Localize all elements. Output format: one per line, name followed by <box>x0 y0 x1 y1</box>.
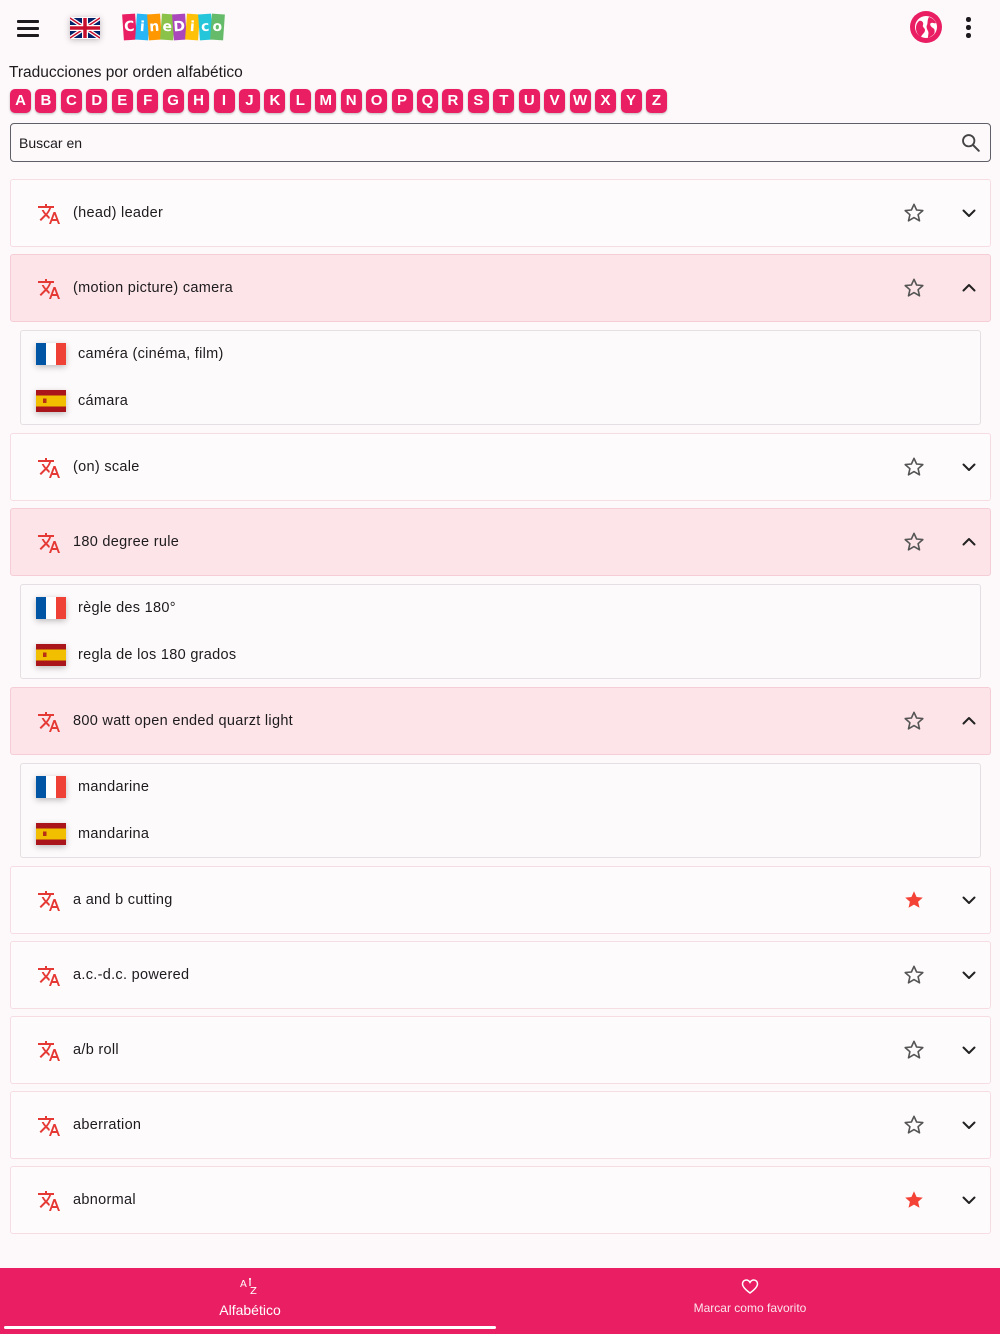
chevron-down-icon[interactable] <box>957 963 981 987</box>
tab-favorites[interactable]: Marcar como favorito <box>500 1268 1000 1334</box>
translate-icon <box>38 533 60 553</box>
translation-item-fr: caméra (cinéma, film) <box>21 331 980 378</box>
france-flag-icon <box>36 776 66 798</box>
star-outline-icon[interactable] <box>902 455 926 479</box>
bottom-navigation: A Z Alfabético Marcar como favorito <box>0 1268 1000 1334</box>
star-outline-icon[interactable] <box>902 709 926 733</box>
france-flag-icon <box>36 343 66 365</box>
chevron-up-icon[interactable] <box>957 276 981 300</box>
term-row[interactable]: a.c.-d.c. powered <box>10 941 991 1009</box>
active-tab-indicator <box>4 1326 496 1329</box>
translate-icon <box>38 458 60 478</box>
translate-icon <box>38 1041 60 1061</box>
translation-item-es: cámara <box>21 378 980 425</box>
translations-panel: mandarine mandarina <box>20 763 981 858</box>
sort-az-icon: A Z <box>240 1278 257 1296</box>
translate-icon <box>38 204 60 224</box>
translate-icon <box>38 966 60 986</box>
term-label: (head) leader <box>73 205 164 221</box>
france-flag-icon <box>36 597 66 619</box>
chevron-down-icon[interactable] <box>957 1188 981 1212</box>
spain-flag-icon <box>36 390 66 412</box>
chevron-down-icon[interactable] <box>957 1038 981 1062</box>
term-label: (motion picture) camera <box>73 280 234 296</box>
term-label: 800 watt open ended quarzt light <box>73 713 294 729</box>
translation-text: mandarina <box>78 826 150 842</box>
translations-panel: caméra (cinéma, film) cámara <box>20 330 981 425</box>
term-row[interactable]: abnormal <box>10 1166 991 1234</box>
translate-icon <box>38 1191 60 1211</box>
term-row[interactable]: 800 watt open ended quarzt light <box>10 687 991 755</box>
star-outline-icon[interactable] <box>902 963 926 987</box>
star-outline-icon[interactable] <box>902 276 926 300</box>
term-row[interactable]: (on) scale <box>10 433 991 501</box>
term-label: a.c.-d.c. powered <box>73 967 190 983</box>
chevron-down-icon[interactable] <box>957 201 981 225</box>
translate-icon <box>38 1116 60 1136</box>
translation-text: règle des 180° <box>78 600 176 616</box>
translation-text: caméra (cinéma, film) <box>78 346 224 362</box>
translate-icon <box>38 712 60 732</box>
translation-text: cámara <box>78 393 129 409</box>
term-row[interactable]: a/b roll <box>10 1016 991 1084</box>
term-row[interactable]: (motion picture) camera <box>10 254 991 322</box>
translate-icon <box>38 279 60 299</box>
spain-flag-icon <box>36 823 66 845</box>
star-outline-icon[interactable] <box>902 530 926 554</box>
chevron-up-icon[interactable] <box>957 530 981 554</box>
translation-text: regla de los 180 grados <box>78 647 237 663</box>
term-label: abnormal <box>73 1192 136 1208</box>
star-filled-icon[interactable] <box>902 1188 926 1212</box>
term-row[interactable]: aberration <box>10 1091 991 1159</box>
term-row[interactable]: 180 degree rule <box>10 508 991 576</box>
svg-text:A: A <box>240 1279 247 1290</box>
star-outline-icon[interactable] <box>902 1113 926 1137</box>
chevron-down-icon[interactable] <box>957 888 981 912</box>
tab-alphabetical[interactable]: A Z Alfabético <box>0 1268 500 1334</box>
star-filled-icon[interactable] <box>902 888 926 912</box>
chevron-down-icon[interactable] <box>957 1113 981 1137</box>
translation-text: mandarine <box>78 779 150 795</box>
term-row[interactable]: a and b cutting <box>10 866 991 934</box>
term-label: (on) scale <box>73 459 140 475</box>
translation-item-es: mandarina <box>21 811 980 858</box>
heart-icon <box>741 1279 759 1294</box>
svg-text:Z: Z <box>250 1286 257 1296</box>
chevron-down-icon[interactable] <box>957 455 981 479</box>
term-label: a and b cutting <box>73 892 173 908</box>
tab-favorites-label: Marcar como favorito <box>693 1301 807 1315</box>
tab-alphabetical-label: Alfabético <box>219 1302 281 1318</box>
translations-panel: règle des 180° regla de los 180 grados <box>20 584 981 679</box>
spain-flag-icon <box>36 644 66 666</box>
star-outline-icon[interactable] <box>902 201 926 225</box>
term-list: (head) leader (motion picture) camera camé… <box>0 0 1000 1268</box>
translation-item-fr: mandarine <box>21 764 980 811</box>
term-row[interactable]: (head) leader <box>10 179 991 247</box>
chevron-up-icon[interactable] <box>957 709 981 733</box>
term-label: a/b roll <box>73 1042 119 1058</box>
translation-item-fr: règle des 180° <box>21 585 980 632</box>
term-label: 180 degree rule <box>73 534 180 550</box>
translation-item-es: regla de los 180 grados <box>21 632 980 679</box>
term-label: aberration <box>73 1117 142 1133</box>
translate-icon <box>38 891 60 911</box>
star-outline-icon[interactable] <box>902 1038 926 1062</box>
